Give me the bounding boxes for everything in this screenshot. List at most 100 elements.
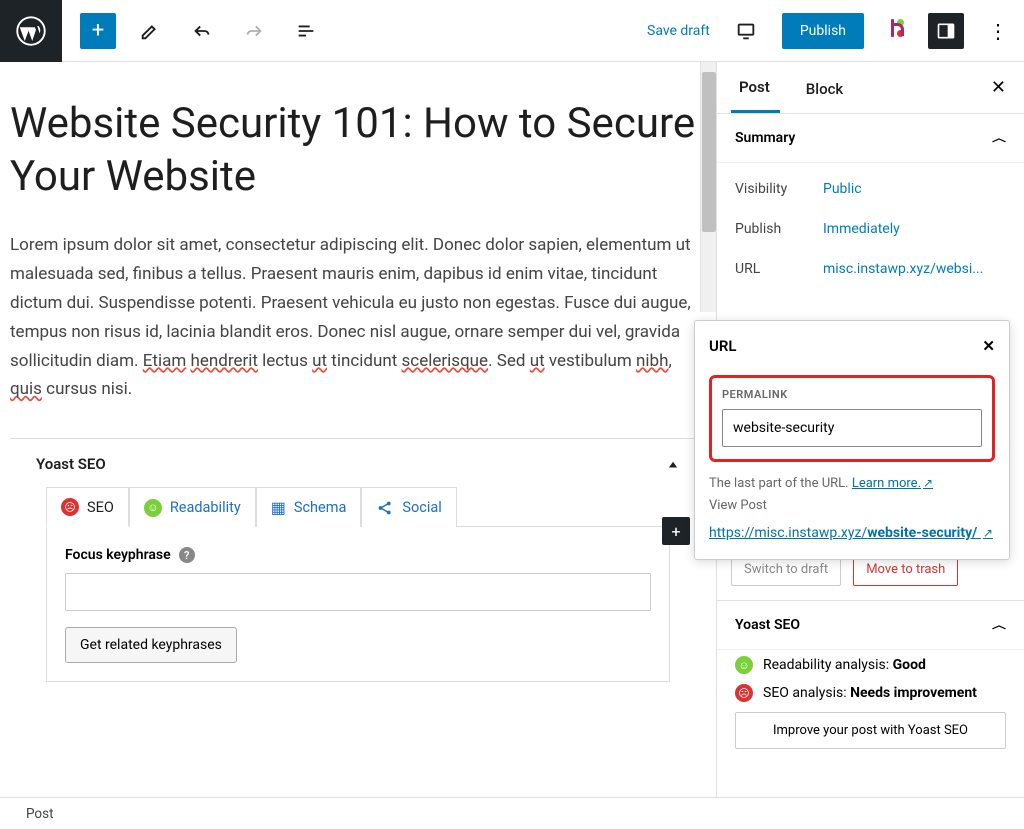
related-keyphrases-button[interactable]: Get related keyphrases — [65, 627, 237, 663]
publish-button[interactable]: Publish — [782, 13, 864, 49]
body-text: cursus nisi. — [42, 379, 132, 399]
summary-section-header[interactable]: Summary ︿ — [717, 114, 1024, 163]
body-text: , — [668, 351, 671, 371]
row-label: URL — [735, 261, 823, 277]
body-text: . Sed — [488, 351, 530, 371]
toolbar-left: + — [62, 13, 324, 49]
sidebar-close-button[interactable]: ✕ — [987, 73, 1010, 102]
save-draft-link[interactable]: Save draft — [647, 23, 710, 39]
summary-body: Visibility Public Publish Immediately UR… — [717, 163, 1024, 299]
pencil-icon — [139, 20, 161, 42]
breadcrumb[interactable]: Post — [26, 806, 54, 822]
spell-word-7: quis — [10, 379, 42, 399]
undo-button[interactable] — [184, 13, 220, 49]
yoast-tab-schema[interactable]: ▦ Schema — [256, 487, 362, 527]
url-value[interactable]: misc.instawp.xyz/websi... — [823, 261, 983, 277]
more-options-button[interactable]: ⋮ — [982, 19, 1014, 43]
yoast-tab-social[interactable]: Social — [361, 487, 456, 527]
undo-icon — [191, 20, 213, 42]
yoast-tab-seo[interactable]: ☹ SEO — [46, 487, 129, 527]
yoast-tab-label: Readability — [170, 499, 241, 516]
url-popover-close-button[interactable]: ✕ — [982, 337, 995, 355]
analysis-value: Needs improvement — [850, 685, 977, 701]
spell-word-6: nibh — [636, 351, 668, 371]
permalink-label: PERMALINK — [722, 388, 982, 401]
full-permalink-link[interactable]: https://misc.instawp.xyz/website-securit… — [709, 525, 995, 541]
spell-word-5: ut — [530, 351, 545, 371]
yoast-indicator-icon[interactable] — [882, 17, 910, 45]
chevron-up-icon: ▲ — [666, 458, 680, 470]
summary-row-publish: Publish Immediately — [735, 209, 1006, 249]
url-slug: website-security/ — [867, 525, 977, 541]
permalink-highlight-block: PERMALINK — [709, 375, 995, 462]
grid-icon: ▦ — [271, 498, 286, 517]
yoast-tab-label: SEO — [87, 499, 114, 516]
toolbar-right: Save draft Publish ⋮ — [647, 13, 1024, 49]
body-text: tincidunt — [327, 351, 401, 371]
desktop-icon — [735, 20, 757, 42]
yoast-tab-content: Focus keyphrase ? Get related keyphrases — [46, 526, 670, 682]
editor-content[interactable]: Website Security 101: How to Secure Your… — [0, 62, 716, 797]
yoast-panel-header[interactable]: Yoast SEO ▲ — [10, 439, 706, 487]
view-post-link[interactable]: View Post — [709, 496, 995, 516]
sidebar-yoast-title: Yoast SEO — [735, 617, 800, 633]
top-toolbar: + Save draft Publish ⋮ — [0, 0, 1024, 62]
sidebar-tab-post[interactable]: Post — [731, 62, 780, 113]
readability-analysis-row: ☺ Readability analysis: Good — [735, 656, 1006, 674]
editor-column: Website Security 101: How to Secure Your… — [0, 62, 716, 797]
url-popover-header: URL ✕ — [709, 337, 995, 355]
edit-mode-button[interactable] — [132, 13, 168, 49]
sad-face-icon: ☹ — [735, 684, 753, 702]
seo-analysis-row: ☹ SEO analysis: Needs improvement — [735, 684, 1006, 702]
help-icon[interactable]: ? — [179, 547, 195, 563]
summary-row-visibility: Visibility Public — [735, 169, 1006, 209]
yoast-panel: Yoast SEO ▲ ☹ SEO ☺ Readability ▦ Schema — [10, 438, 706, 682]
summary-title: Summary — [735, 130, 795, 146]
sidebar-tabs: Post Block ✕ — [717, 62, 1024, 114]
row-label: Publish — [735, 221, 823, 237]
permalink-input[interactable] — [722, 409, 982, 447]
url-popover-title: URL — [709, 337, 737, 355]
sidebar-yoast-header[interactable]: Yoast SEO ︿ — [717, 600, 1024, 650]
settings-sidebar-toggle[interactable] — [928, 13, 964, 49]
focus-keyphrase-input[interactable] — [65, 573, 651, 611]
improve-post-button[interactable]: Improve your post with Yoast SEO — [735, 712, 1006, 749]
external-link-icon: ↗ — [983, 526, 993, 540]
visibility-value[interactable]: Public — [823, 181, 862, 197]
spell-word-1: Etiam — [143, 351, 187, 371]
keyphrase-label-text: Focus keyphrase — [65, 547, 171, 563]
spell-word-3: ut — [312, 351, 327, 371]
share-icon — [376, 499, 394, 517]
add-block-button[interactable]: + — [80, 13, 116, 49]
yoast-tab-readability[interactable]: ☺ Readability — [129, 487, 256, 527]
spell-word-4: scelerisque — [402, 351, 489, 371]
summary-row-url: URL misc.instawp.xyz/websi... — [735, 249, 1006, 289]
sidebar-tab-block[interactable]: Block — [798, 64, 853, 112]
post-title[interactable]: Website Security 101: How to Secure Your… — [10, 98, 706, 203]
redo-button[interactable] — [236, 13, 272, 49]
body-text: vestibulum — [545, 351, 636, 371]
chevron-up-icon: ︿ — [992, 618, 1006, 632]
publish-value[interactable]: Immediately — [823, 221, 900, 237]
yoast-tabs: ☹ SEO ☺ Readability ▦ Schema Social — [10, 487, 706, 527]
body-text: lectus — [258, 351, 312, 371]
help-text: The last part of the URL. — [709, 476, 852, 491]
sad-face-icon: ☹ — [61, 498, 79, 516]
preview-button[interactable] — [728, 13, 764, 49]
analysis-label: Readability analysis: — [763, 657, 893, 673]
analysis-value: Good — [893, 657, 926, 673]
post-body[interactable]: Lorem ipsum dolor sit amet, consectetur … — [10, 231, 706, 404]
wordpress-icon — [16, 16, 46, 46]
external-link-icon: ↗ — [923, 476, 933, 490]
wordpress-logo[interactable] — [0, 0, 62, 62]
editor-footer: Post — [0, 797, 1024, 829]
redo-icon — [243, 20, 265, 42]
row-label: Visibility — [735, 181, 823, 197]
learn-more-link[interactable]: Learn more.↗ — [852, 476, 933, 491]
spell-word-2: hendrerit — [190, 351, 257, 371]
document-overview-button[interactable] — [288, 13, 324, 49]
permalink-help-text: The last part of the URL. Learn more.↗ — [709, 474, 995, 494]
inline-add-block-button[interactable]: + — [662, 517, 690, 545]
yoast-panel-title: Yoast SEO — [36, 455, 106, 473]
happy-face-icon: ☺ — [735, 656, 753, 674]
